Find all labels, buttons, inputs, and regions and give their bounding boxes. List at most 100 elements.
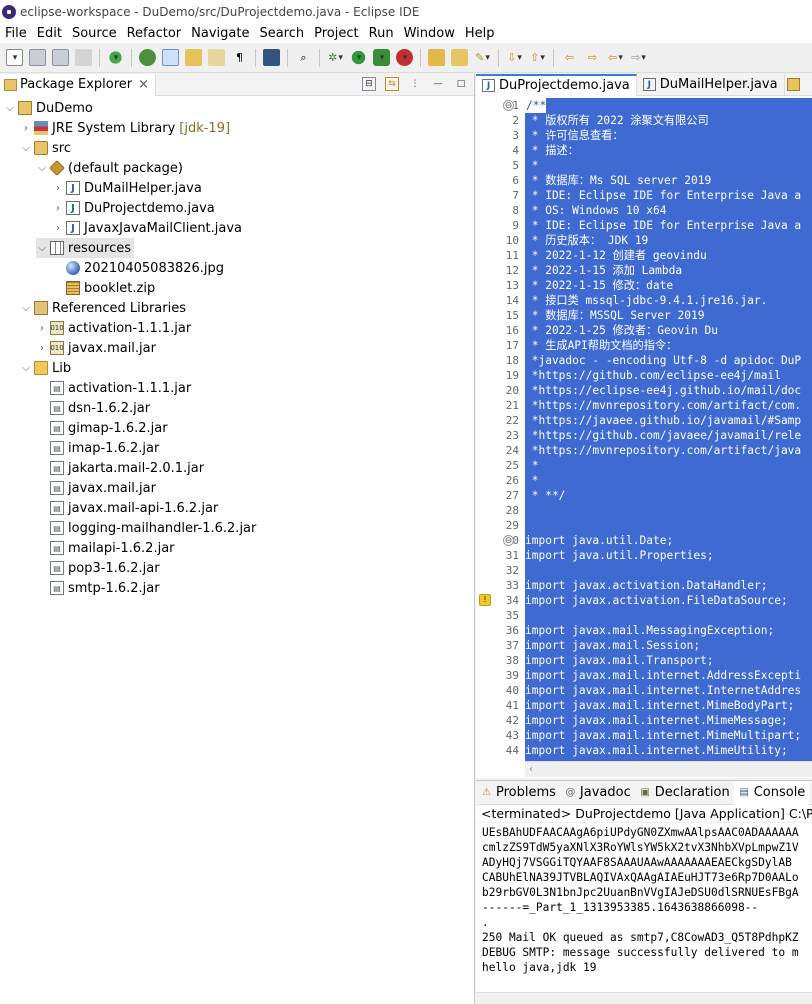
code-line[interactable]: import java.util.Properties; (525, 548, 714, 563)
code-line[interactable]: * 描述： (525, 143, 579, 158)
print-icon[interactable] (75, 49, 92, 66)
code-line[interactable]: * OS: Windows 10 x64 (525, 203, 667, 218)
expand-twisty-icon[interactable]: ⌵ (20, 143, 32, 154)
menu-source[interactable]: Source (67, 26, 122, 41)
collapse-twisty-icon[interactable]: › (52, 183, 64, 194)
tab-console[interactable]: ▤ Console (733, 780, 810, 805)
save-all-icon[interactable] (52, 49, 69, 66)
code-line[interactable]: /** (525, 98, 547, 113)
menu-window[interactable]: Window (399, 26, 460, 41)
tab-problems[interactable]: ⚠ Problems (476, 781, 560, 805)
tree-item[interactable]: ▤ javax.mail.jar (36, 478, 156, 498)
view-menu-icon[interactable]: ⋮ (408, 77, 422, 91)
code-line[interactable]: * (525, 458, 539, 473)
collapse-twisty-icon[interactable]: › (52, 203, 64, 214)
terminal-icon[interactable] (263, 49, 280, 66)
warning-marker-icon[interactable]: ! (479, 594, 491, 606)
link-with-editor-icon[interactable]: ⇆ (385, 77, 399, 91)
debug-icon[interactable]: ✲ (327, 49, 344, 66)
code-line[interactable]: import javax.mail.Session; (525, 638, 700, 653)
tree-item[interactable]: ⌵ (default package) (36, 158, 183, 178)
menu-edit[interactable]: Edit (32, 26, 67, 41)
console-horizontal-scrollbar[interactable] (476, 992, 812, 1004)
scroll-left-icon[interactable]: ‹ (529, 764, 533, 775)
menu-project[interactable]: Project (309, 26, 363, 41)
menu-navigate[interactable]: Navigate (186, 26, 254, 41)
pen-icon[interactable]: ✎ (474, 49, 491, 66)
tab-package-explorer[interactable]: Package Explorer × (0, 73, 157, 96)
previous-annotation-icon[interactable]: ⇧ (529, 49, 546, 66)
collapse-twisty-icon[interactable]: › (36, 323, 48, 334)
forward-icon[interactable]: ⇨ (630, 49, 647, 66)
external-tools-icon[interactable] (396, 49, 413, 66)
code-line[interactable]: import javax.mail.internet.MimeBodyPart; (525, 698, 794, 713)
code-line[interactable]: import javax.mail.internet.InternetAddre… (525, 683, 801, 698)
code-viewport[interactable]: 1 ⊖ 2 3 4 5 6 7 8 9 10 11 12 13 14 15 16 17 18 19 20 21 22 23 24… (476, 98, 812, 761)
save-icon[interactable] (29, 49, 46, 66)
expand-twisty-icon[interactable]: ⌵ (36, 243, 48, 254)
console-output[interactable]: UEsBAhUDFAACAAgA6piUPdyGN0ZXmwAAlpsAAC0A… (482, 825, 812, 975)
code-line[interactable]: * **/ (525, 488, 566, 503)
tab-declaration[interactable]: ▣ Declaration (635, 781, 734, 805)
forward-edit-icon[interactable]: ⇨ (584, 49, 601, 66)
tab-dumailhelper-java[interactable]: J DuMailHelper.java (637, 73, 785, 96)
open-type-icon[interactable] (139, 49, 156, 66)
tree-item[interactable]: ▤ pop3-1.6.2.jar (36, 558, 160, 578)
fold-collapse-icon[interactable]: ⊖ (503, 100, 514, 111)
code-line[interactable]: import javax.mail.internet.MimeMessage; (525, 713, 788, 728)
tab-javadoc[interactable]: @ Javadoc (560, 781, 635, 805)
tree-item[interactable]: ▤ dsn-1.6.2.jar (36, 398, 150, 418)
menu-help[interactable]: Help (460, 26, 500, 41)
collapse-all-icon[interactable]: ⊟ (362, 77, 376, 91)
menu-search[interactable]: Search (254, 26, 309, 41)
expand-twisty-icon[interactable]: ⌵ (36, 163, 48, 174)
run-icon[interactable] (350, 49, 367, 66)
tree-item[interactable]: › 010 javax.mail.jar (36, 338, 156, 358)
tree-item[interactable]: ▤ logging-mailhandler-1.6.2.jar (36, 518, 256, 538)
tree-item[interactable]: › J DuMailHelper.java (52, 178, 202, 198)
tree-item[interactable]: › J DuProjectdemo.java (52, 198, 215, 218)
code-line[interactable]: * 2022-1-15 修改：date (525, 278, 673, 293)
editor-tab-overflow[interactable] (785, 74, 806, 96)
code-line[interactable]: * 数据库：Ms SQL server 2019 (525, 173, 711, 188)
code-line[interactable]: * IDE: Eclipse IDE for Enterprise Java a (525, 188, 801, 203)
code-line[interactable]: *https://javaee.github.io/javamail/#Samp (525, 413, 801, 428)
code-line[interactable]: import javax.mail.MessagingException; (525, 623, 774, 638)
next-annotation-icon[interactable]: ⇩ (506, 49, 523, 66)
open-folder-icon[interactable] (428, 49, 445, 66)
search-icon[interactable]: ⌕ (295, 49, 312, 66)
menu-file[interactable]: File (0, 26, 32, 41)
tree-item[interactable]: ▤ javax.mail-api-1.6.2.jar (36, 498, 218, 518)
tree-item[interactable]: ▤ imap-1.6.2.jar (36, 438, 159, 458)
close-icon[interactable]: × (138, 77, 149, 92)
line-number-ruler[interactable]: 1 ⊖ 2 3 4 5 6 7 8 9 10 11 12 13 14 15 16 17 18 19 20 21 22 23 24… (476, 98, 525, 761)
tree-item[interactable]: ⌵ src (20, 138, 71, 158)
code-line[interactable]: import javax.activation.DataHandler; (525, 578, 767, 593)
collapse-twisty-icon[interactable]: › (36, 343, 48, 354)
open-task-icon[interactable] (451, 49, 468, 66)
tree-item[interactable]: › JRE System Library [jdk-19] (20, 118, 230, 138)
code-line[interactable]: * IDE: Eclipse IDE for Enterprise Java a (525, 218, 801, 233)
editor-horizontal-scrollbar[interactable]: ‹ (525, 761, 812, 777)
tree-item[interactable]: › 010 activation-1.1.1.jar (36, 318, 191, 338)
tree-item[interactable]: 20210405083826.jpg (52, 258, 224, 278)
menu-refactor[interactable]: Refactor (122, 26, 187, 41)
collapse-twisty-icon[interactable]: › (52, 223, 64, 234)
code-line[interactable]: import java.util.Date; (525, 533, 673, 548)
code-line[interactable]: *https://eclipse-ee4j.github.io/mail/doc (525, 383, 801, 398)
toggle-block-selection-icon[interactable] (185, 49, 202, 66)
code-line[interactable]: * 2022-1-25 修改者：Geovin Du (525, 323, 718, 338)
tree-item[interactable]: booklet.zip (52, 278, 155, 298)
code-line[interactable]: * 2022-1-12 创建者 geovindu (525, 248, 707, 263)
tree-item[interactable]: ⌵ Lib (20, 358, 71, 378)
expand-twisty-icon[interactable]: ⌵ (20, 363, 32, 374)
show-whitespace-icon[interactable]: ¶ (231, 49, 248, 66)
coverage-icon[interactable] (373, 49, 390, 66)
last-edit-location-icon[interactable]: ⇦ (561, 49, 578, 66)
code-line[interactable]: *https://mvnrepository.com/artifact/java (525, 443, 801, 458)
new-java-element-icon[interactable] (107, 49, 124, 66)
tree-item[interactable]: ▤ smtp-1.6.2.jar (36, 578, 160, 598)
minimize-icon[interactable]: — (431, 77, 445, 91)
code-line[interactable]: import javax.mail.internet.MimeMultipart… (525, 728, 801, 743)
code-line[interactable]: import javax.mail.internet.MimeUtility; (525, 743, 788, 758)
